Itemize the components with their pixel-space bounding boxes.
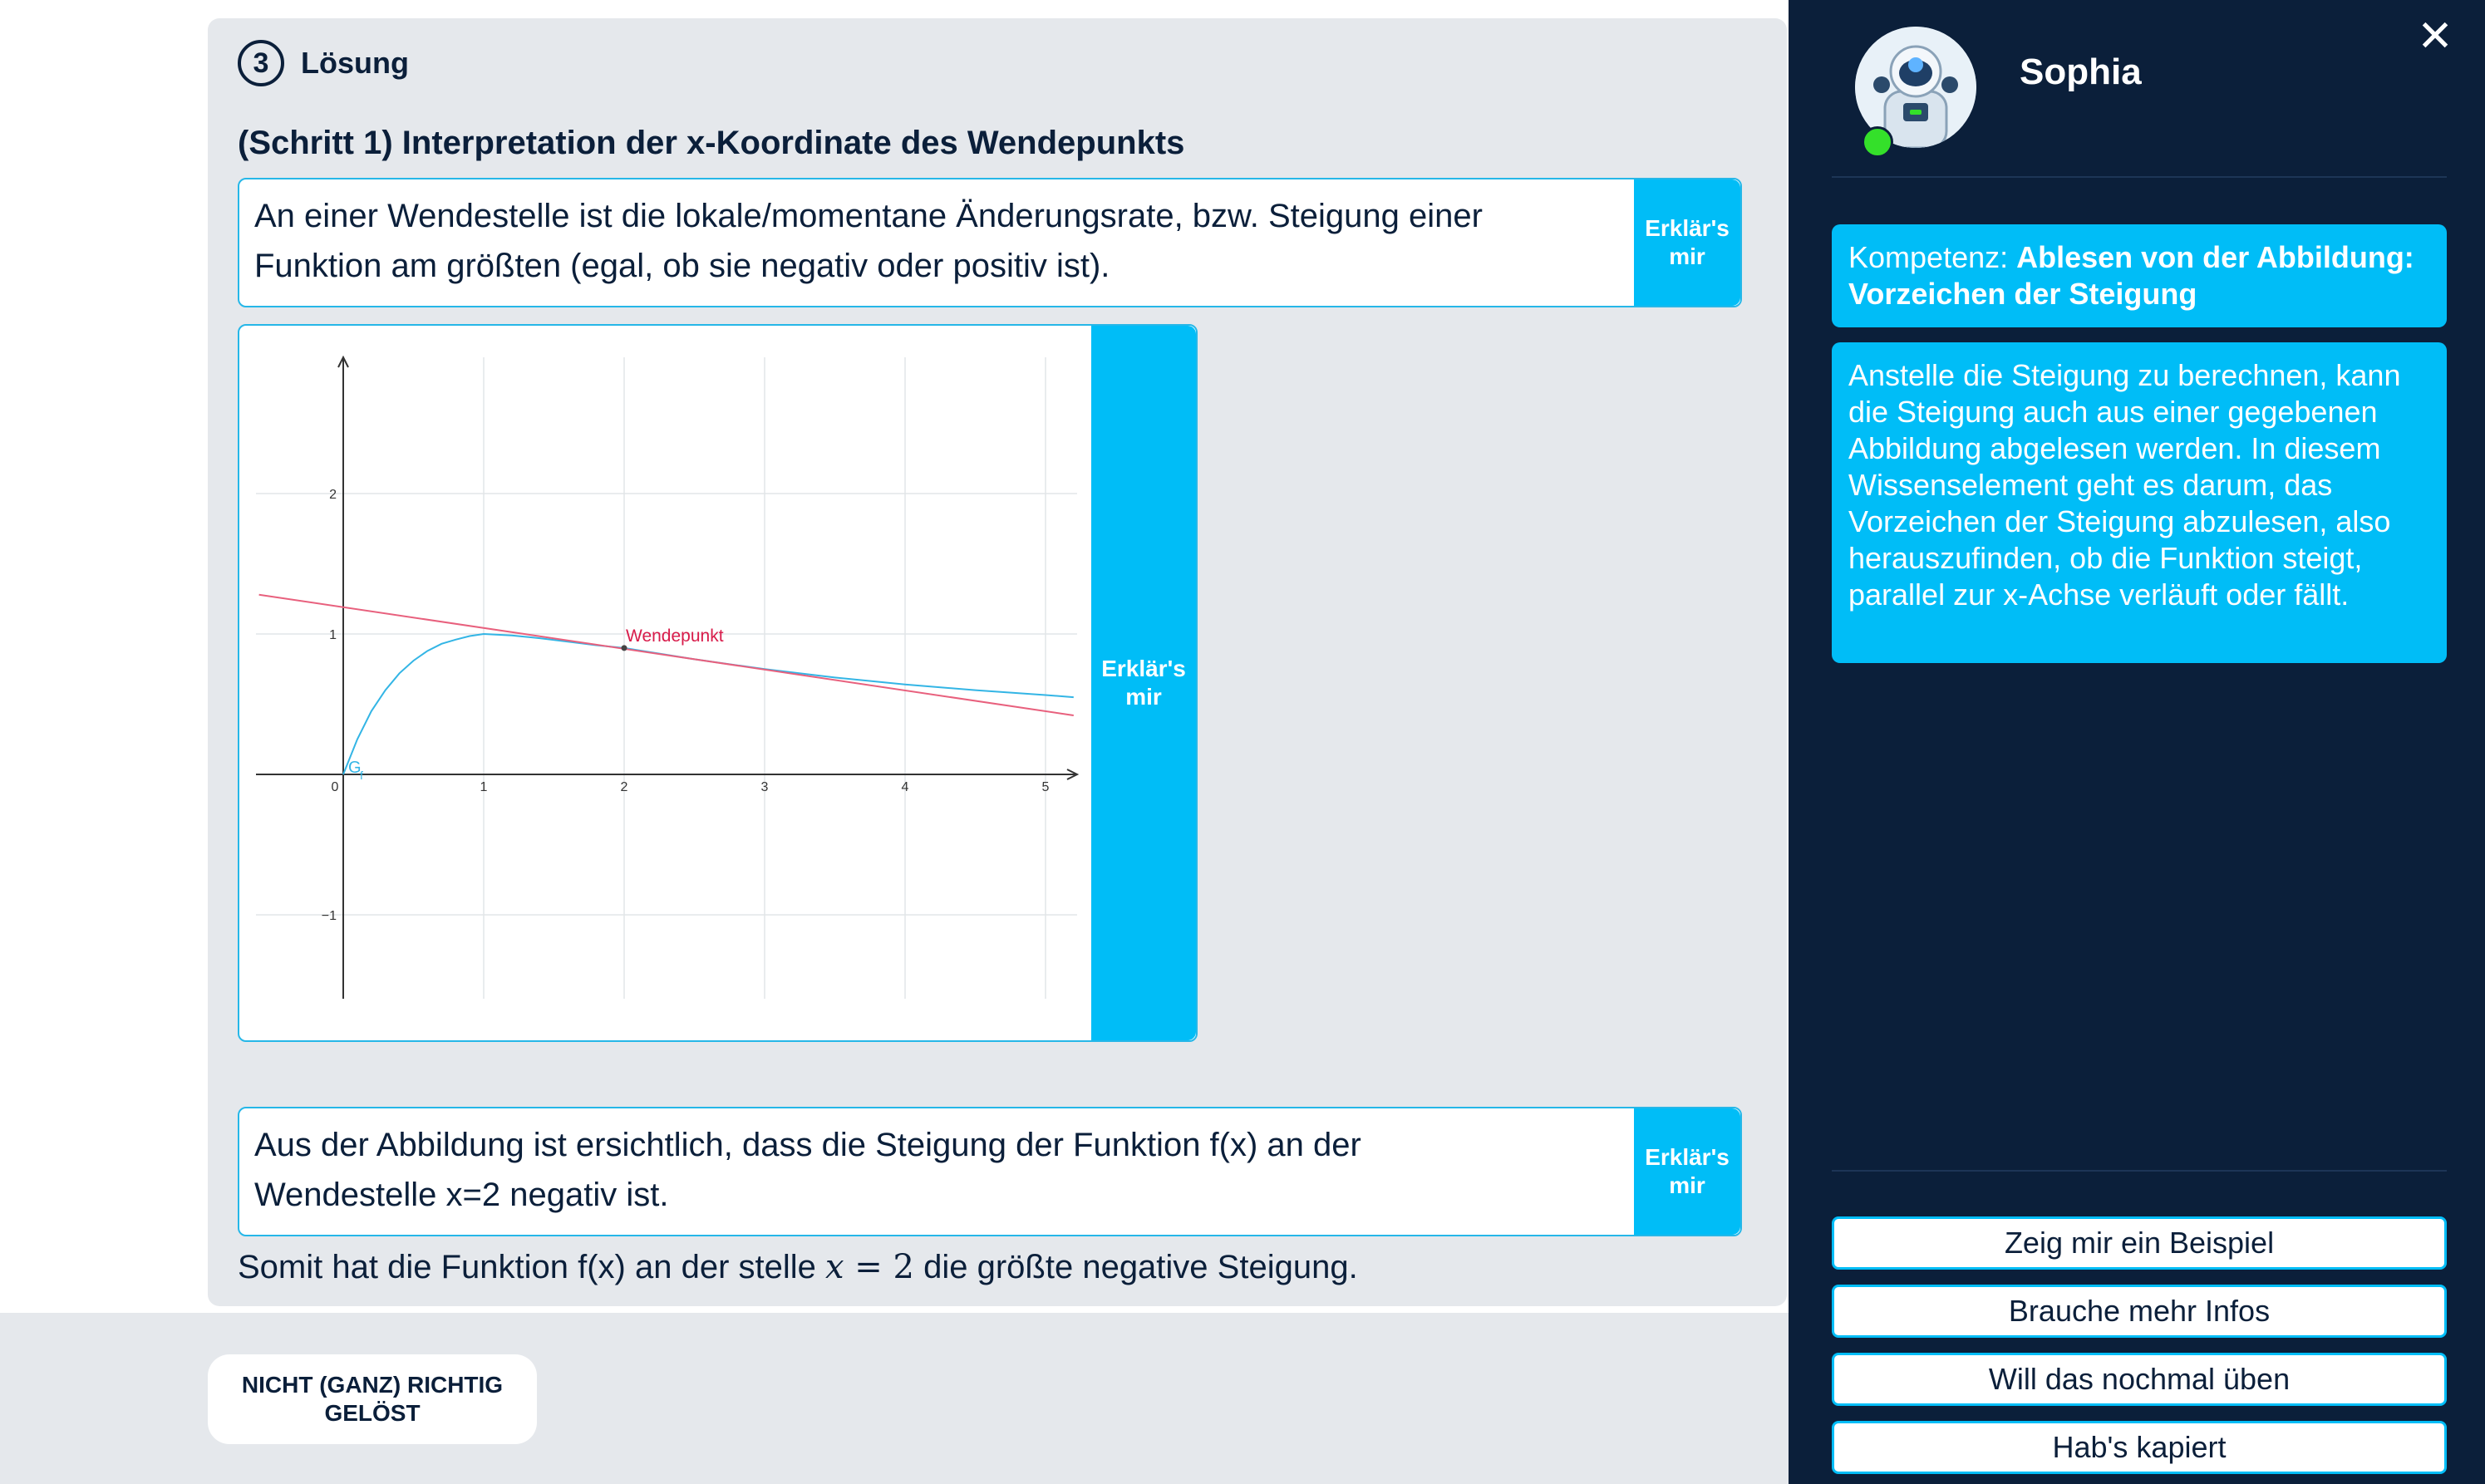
explain-label-mir: mir: [1669, 243, 1705, 269]
not-solved-label-2: GELÖST: [324, 1400, 421, 1426]
tutor-name: Sophia: [2020, 52, 2142, 92]
function-graph: 0 1 2 3 4 521−1GfWendepunkt: [256, 355, 1080, 999]
info-card: Anstelle die Steigung zu berechnen, kann…: [1832, 342, 2447, 663]
summary-text: Somit hat die Funktion f(x) an der stell…: [238, 1248, 1358, 1286]
y-tick-label: 1: [329, 628, 337, 642]
paragraph-1: An einer Wendestelle ist die lokale/mome…: [254, 198, 1483, 284]
graph-label-subscript: f: [360, 769, 363, 782]
explanation-box-1: An einer Wendestelle ist die lokale/mome…: [238, 178, 1742, 307]
inflection-point-label: Wendepunkt: [626, 627, 724, 646]
x-tick-label: 4: [902, 780, 909, 794]
explanation-box-2: Aus der Abbildung ist ersichtlich, dass …: [238, 1107, 1742, 1236]
online-status-indicator: [1862, 126, 1893, 158]
more-info-button[interactable]: Brauche mehr Infos: [1832, 1285, 2447, 1338]
not-solved-label-1: NICHT (GANZ) RICHTIG: [241, 1372, 504, 1398]
explain-label: Erklär's: [1101, 656, 1186, 681]
not-solved-button[interactable]: NICHT (GANZ) RICHTIG GELÖST: [208, 1354, 537, 1444]
close-icon[interactable]: ✕: [2414, 15, 2457, 58]
x-tick-label: 1: [480, 780, 488, 794]
explain-label-mir: mir: [1669, 1172, 1705, 1198]
example-button[interactable]: Zeig mir ein Beispiel: [1832, 1216, 2447, 1270]
explain-button-1[interactable]: Erklär's mir: [1634, 179, 1740, 306]
explain-label: Erklär's: [1645, 215, 1730, 241]
divider: [1832, 1170, 2447, 1172]
x-tick-label: 5: [1042, 780, 1050, 794]
x-tick-label: 3: [761, 780, 769, 794]
math-equation: = 2: [844, 1248, 914, 1286]
section-header: 3 Lösung: [238, 40, 409, 86]
step-title: (Schritt 1) Interpretation der x-Koordin…: [238, 125, 1185, 161]
summary-after: die größte negative Steigung.: [923, 1249, 1358, 1285]
function-curve: [342, 632, 1074, 775]
graph-figure: 0 1 2 3 4 5 2 1 −1 Gf Wendepunkt Erklär's mir: [238, 324, 1198, 1042]
understood-button[interactable]: Hab's kapiert: [1832, 1421, 2447, 1474]
math-variable: x: [825, 1248, 844, 1286]
divider: [1832, 176, 2447, 178]
y-tick-label: −1: [322, 909, 337, 923]
x-tick-label: 0: [332, 780, 339, 794]
explain-label-mir: mir: [1125, 684, 1162, 710]
competence-prefix: Kompetenz:: [1848, 240, 2017, 274]
paragraph-2: Aus der Abbildung ist ersichtlich, dass …: [254, 1127, 1361, 1213]
practice-again-button[interactable]: Will das nochmal üben: [1832, 1353, 2447, 1406]
explain-button-graph[interactable]: Erklär's mir: [1091, 326, 1196, 1040]
competence-card: Kompetenz: Ablesen von der Abbildung: Vo…: [1832, 224, 2447, 327]
summary-before: Somit hat die Funktion f(x) an der stell…: [238, 1249, 816, 1285]
step-number-badge: 3: [238, 40, 284, 86]
y-tick-label: 2: [329, 488, 337, 502]
section-title: Lösung: [301, 46, 409, 80]
explain-button-2[interactable]: Erklär's mir: [1634, 1108, 1740, 1235]
inflection-point: [621, 645, 627, 651]
x-tick-label: 2: [621, 780, 628, 794]
explain-label: Erklär's: [1645, 1144, 1730, 1170]
